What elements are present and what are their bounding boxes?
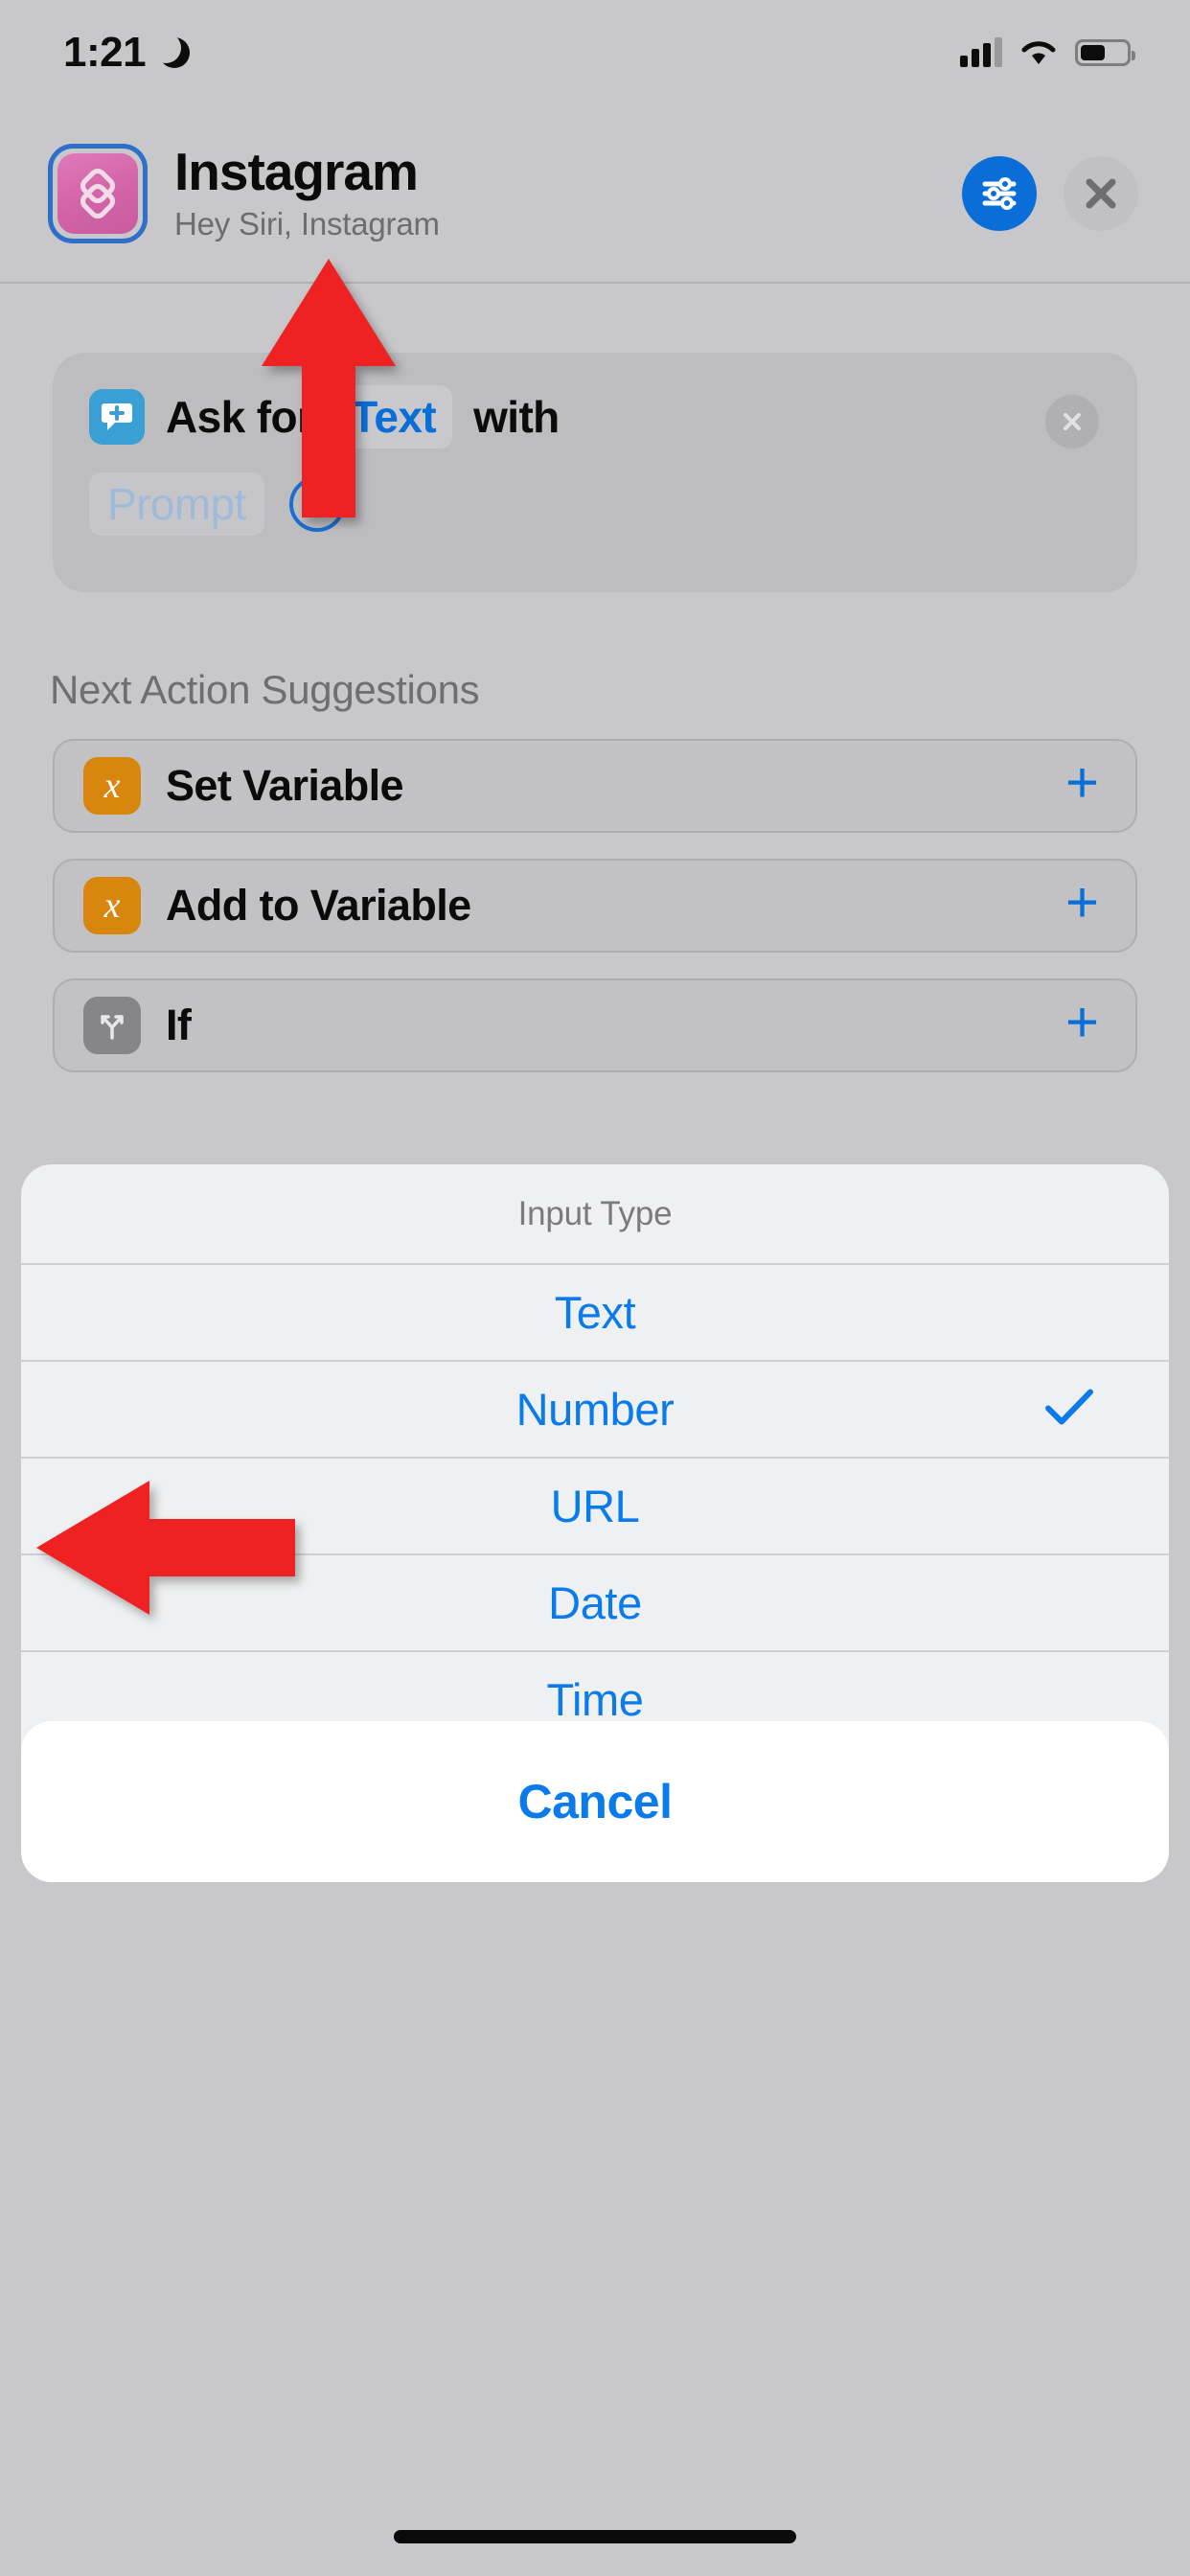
chevron-right-circle-icon[interactable]: [288, 476, 345, 532]
option-label: Text: [554, 1287, 636, 1338]
option-label: Time: [546, 1674, 644, 1725]
add-action-plus-icon[interactable]: +: [1065, 994, 1099, 1051]
close-x-icon: [1086, 178, 1116, 209]
option-label: Date: [548, 1577, 642, 1628]
header-text-block: Instagram Hey Siri, Instagram: [174, 142, 962, 242]
do-not-disturb-moon-icon: [150, 33, 191, 68]
add-action-plus-icon[interactable]: +: [1065, 874, 1099, 932]
action-sheet-title: Input Type: [21, 1164, 1169, 1265]
status-bar-right: [960, 37, 1135, 67]
next-action-suggestions-title: Next Action Suggestions: [50, 667, 480, 712]
variable-x-icon: x: [83, 757, 141, 815]
checkmark-icon: [1044, 1387, 1094, 1432]
suggestion-row-if[interactable]: If +: [53, 978, 1137, 1072]
shortcut-icon-selected[interactable]: [48, 144, 148, 243]
action-sheet-option-url[interactable]: URL: [21, 1459, 1169, 1555]
sliders-icon: [982, 177, 1017, 210]
action-word-ask-for: Ask for: [166, 392, 314, 442]
home-indicator: [394, 2530, 796, 2543]
action-sheet-option-date[interactable]: Date: [21, 1555, 1169, 1652]
action-sheet-option-text[interactable]: Text: [21, 1265, 1169, 1362]
input-type-token[interactable]: Text: [334, 385, 453, 448]
cancel-button[interactable]: Cancel: [21, 1721, 1169, 1882]
page-subtitle: Hey Siri, Instagram: [174, 205, 440, 242]
action-word-with: with: [473, 392, 560, 442]
status-bar-time: 1:21: [63, 29, 147, 76]
shortcut-settings-button[interactable]: [962, 156, 1037, 231]
add-action-plus-icon[interactable]: +: [1065, 754, 1099, 812]
battery-icon: [1075, 39, 1135, 66]
shortcut-layers-icon: [57, 153, 138, 234]
remove-action-x-icon[interactable]: [1045, 395, 1099, 448]
option-label: Number: [515, 1384, 675, 1435]
suggestion-row-add-to-variable[interactable]: x Add to Variable +: [53, 859, 1137, 953]
shortcut-editor-content: Ask for Text with Prompt Next Action Sug…: [0, 284, 1190, 2576]
status-bar-left: 1:21: [63, 29, 191, 77]
close-button[interactable]: [1064, 156, 1138, 231]
branch-fork-icon: [83, 997, 141, 1054]
status-bar: 1:21: [0, 0, 1190, 105]
suggestion-label: Add to Variable: [166, 881, 471, 930]
cancel-button-label: Cancel: [517, 1775, 673, 1828]
prompt-field[interactable]: Prompt: [89, 472, 264, 536]
option-label: URL: [550, 1481, 640, 1531]
wifi-icon: [1019, 38, 1058, 67]
action-sheet-option-number[interactable]: Number: [21, 1362, 1169, 1459]
variable-x-icon: x: [83, 877, 141, 934]
navigation-header: Instagram Hey Siri, Instagram: [0, 105, 1190, 284]
ask-for-input-icon: [89, 389, 145, 445]
cellular-signal-icon: [960, 37, 1002, 67]
action-card-line-2: Prompt: [89, 472, 1099, 536]
action-card-ask-for-input[interactable]: Ask for Text with Prompt: [53, 353, 1137, 592]
suggestion-row-set-variable[interactable]: x Set Variable +: [53, 739, 1137, 833]
suggestion-label: If: [166, 1000, 192, 1049]
page-title: Instagram: [174, 142, 419, 202]
action-card-line-1: Ask for Text with: [89, 385, 1099, 448]
header-buttons: [962, 156, 1138, 231]
suggestion-label: Set Variable: [166, 761, 404, 810]
